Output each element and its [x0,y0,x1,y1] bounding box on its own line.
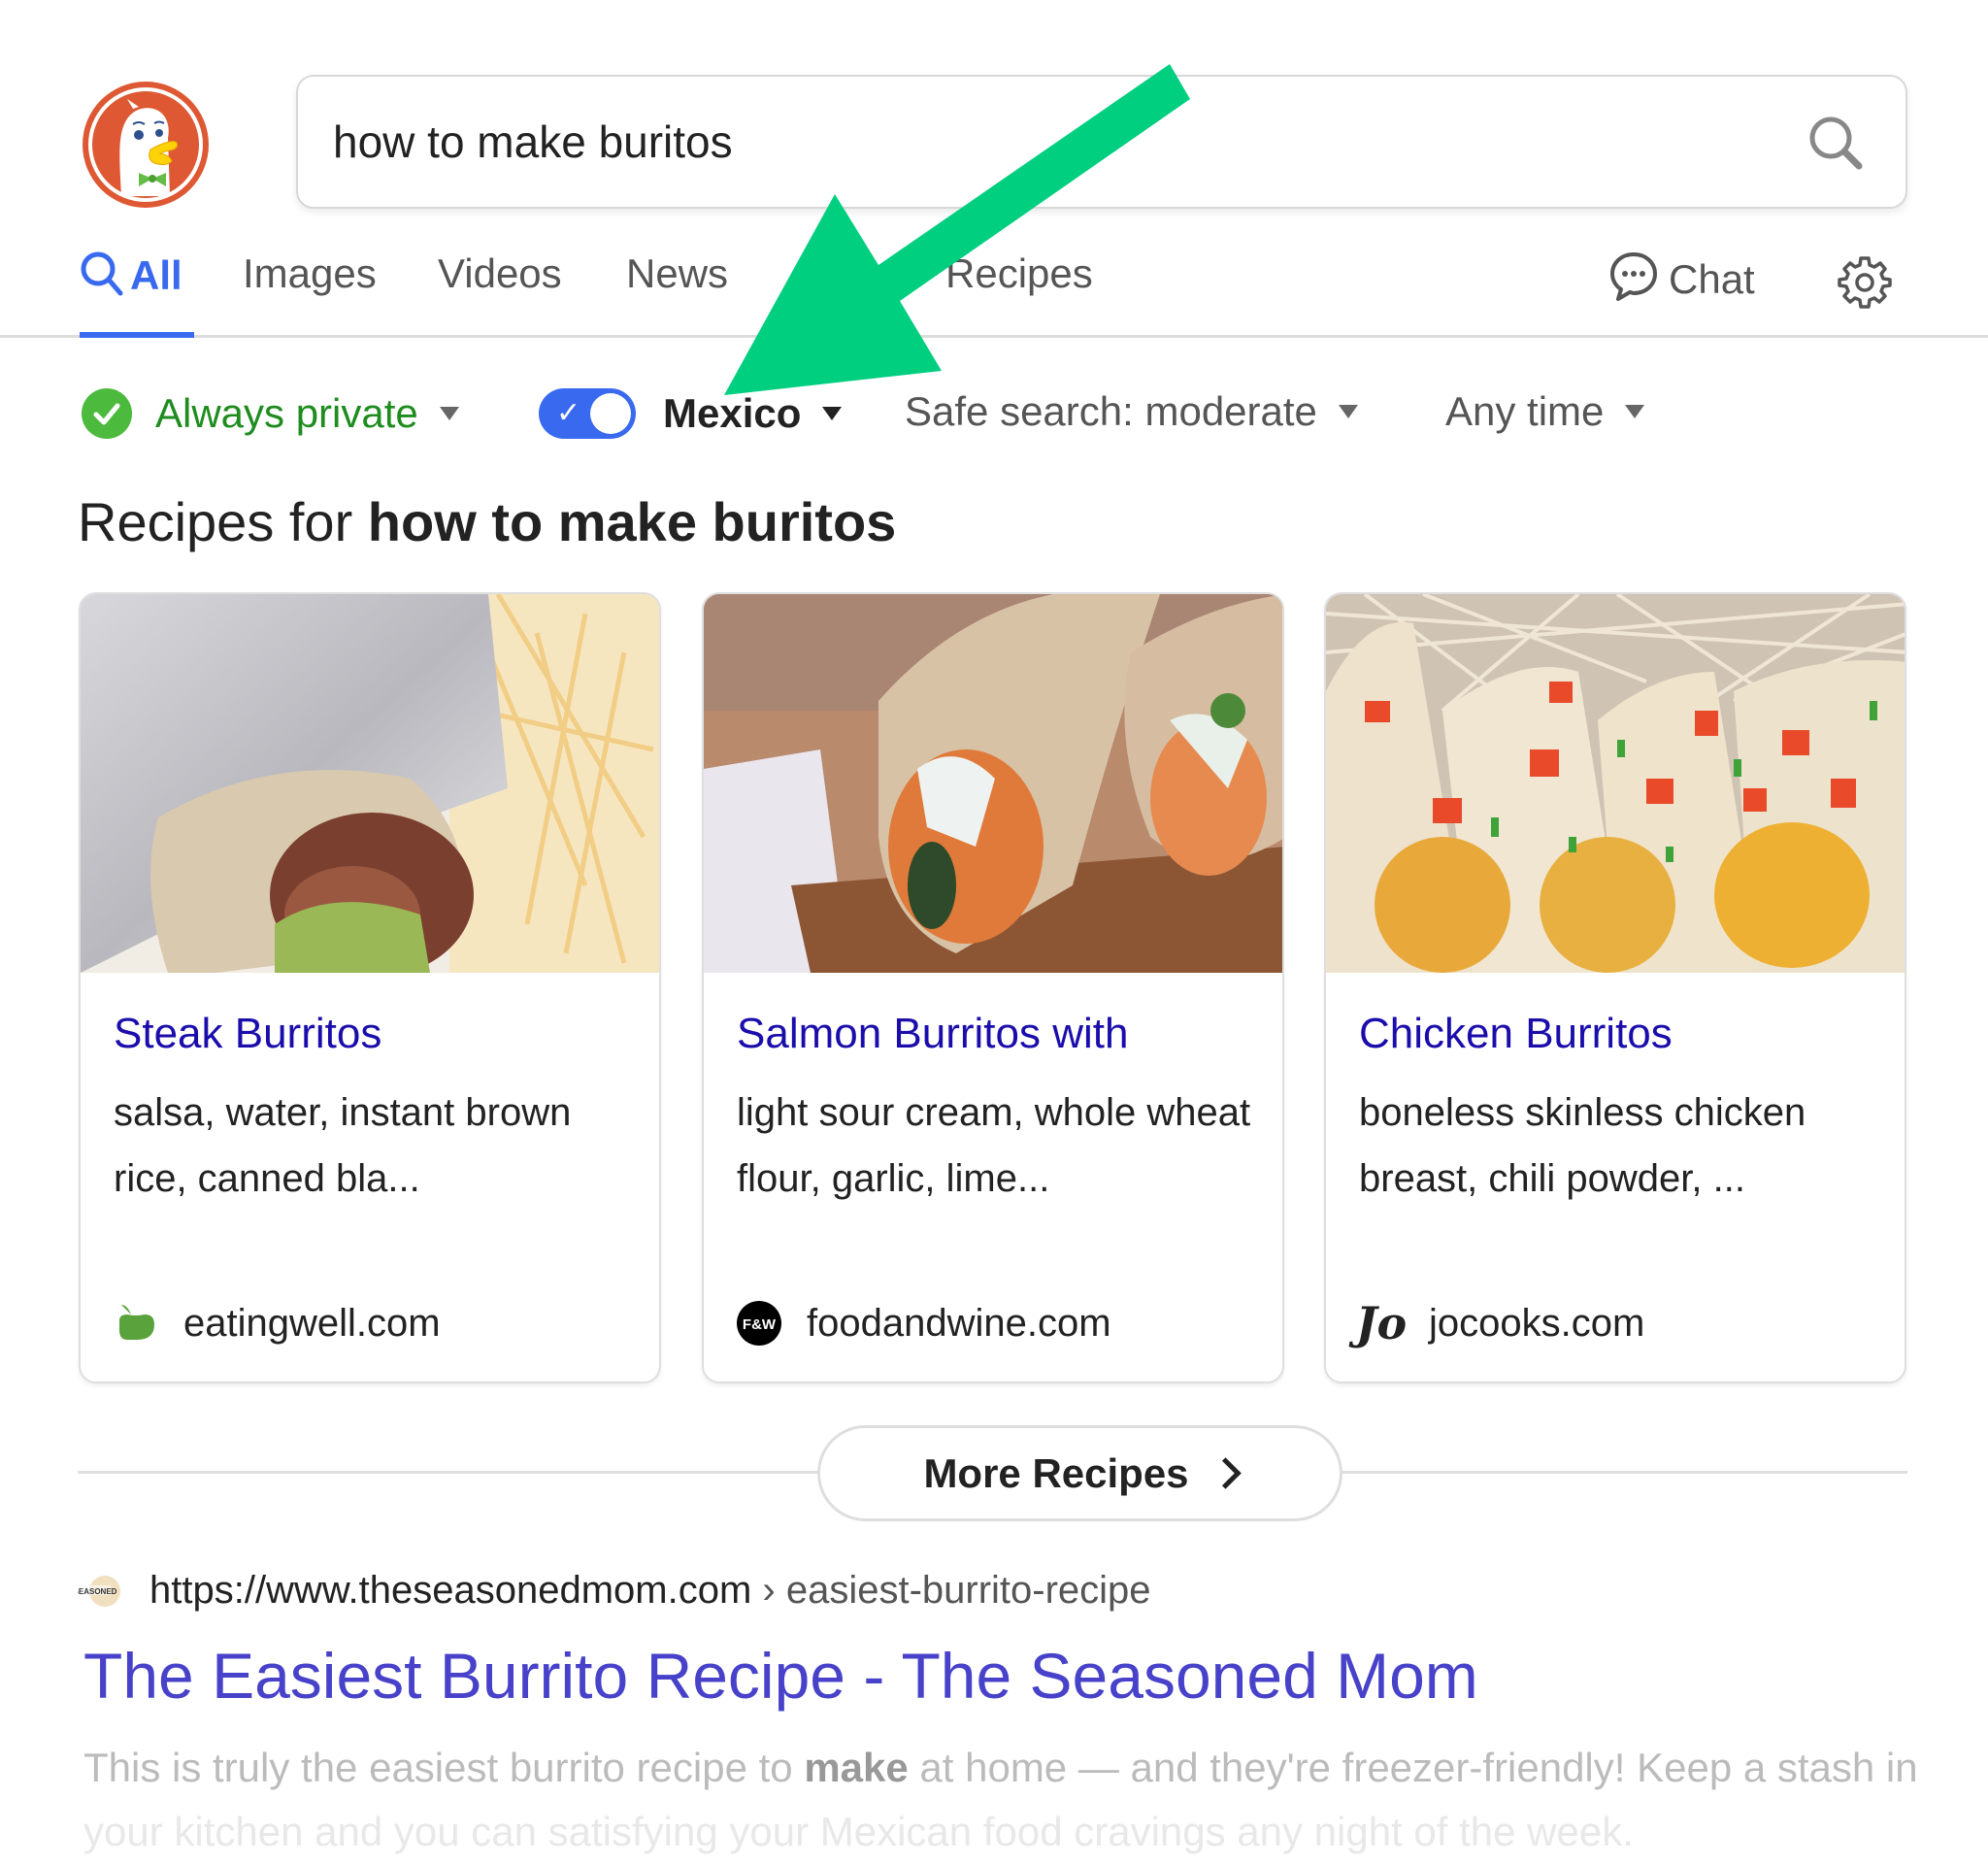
snippet-text: at home — and they're freezer-friendly! … [908,1745,1918,1790]
source-domain: jocooks.com [1429,1301,1645,1345]
chevron-right-icon [1209,1457,1242,1489]
theseasonedmom-icon: SEASONED [78,1576,120,1607]
salmon-burrito-photo [704,594,1282,973]
tab-all[interactable]: All [80,250,182,299]
result-url-path: easiest-burrito-recipe [785,1568,1151,1612]
tab-videos[interactable]: Videos [438,250,562,297]
snippet-highlight: make [804,1745,909,1790]
check-icon: ✓ [556,397,581,429]
chat-button[interactable]: Chat [1608,250,1755,303]
recipe-ingredients: light sour cream, whole wheat flour, gar… [737,1091,1251,1200]
recipe-source: eatingwell.com [114,1301,441,1346]
source-domain: eatingwell.com [183,1301,441,1345]
recipe-source: Jo jocooks.com [1355,1297,1645,1349]
search-icon [1809,116,1863,170]
region-dropdown[interactable]: Mexico [663,390,801,437]
tab-all-label: All [130,252,182,298]
result-url-separator: › [751,1568,786,1612]
recipe-title[interactable]: Salmon Burritos with [737,1010,1128,1058]
caret-down-icon [1625,405,1645,418]
recipe-card[interactable]: Salmon Burritos with light sour cream, w… [702,592,1284,1383]
result-url-host: https://www.theseasonedmom.com [149,1568,752,1612]
privacy-dropdown[interactable]: Always private [82,388,459,439]
duck-icon [119,99,179,196]
toggle-knob [590,393,631,434]
eatingwell-apple-icon [114,1301,158,1346]
region-filter: ✓ Mexico [539,388,843,439]
search-icon [81,251,123,296]
steak-burrito-photo [81,594,659,973]
recipe-ingredients: boneless skinless chicken breast, chili … [1359,1091,1806,1200]
tabs-divider [0,335,1988,338]
active-tab-indicator [80,332,194,338]
foodandwine-fw-icon: F&W [737,1301,781,1346]
source-domain: foodandwine.com [807,1301,1111,1345]
recipes-heading: Recipes for how to make buritos [78,490,896,553]
time-dropdown[interactable]: Any time [1445,388,1645,435]
gear-icon [1838,256,1892,309]
search-submit-button[interactable] [1805,112,1867,174]
result-title-link[interactable]: The Easiest Burrito Recipe - The Seasone… [83,1639,1478,1713]
recipes-heading-query: how to make buritos [367,491,897,552]
recipe-card[interactable]: Steak Burritos salsa, water, instant bro… [79,592,661,1383]
recipe-ingredients: salsa, water, instant brown rice, canned… [114,1091,572,1200]
recipes-heading-prefix: Recipes for [78,491,353,552]
duckduckgo-logo[interactable] [83,82,209,208]
chat-label: Chat [1669,256,1755,302]
caret-down-icon [822,407,843,420]
search-box [296,75,1907,209]
tab-images[interactable]: Images [243,250,377,297]
snippet-text: This is truly the easiest burrito recipe… [83,1745,805,1790]
recipe-title[interactable]: Steak Burritos [114,1010,381,1058]
more-recipes-label: More Recipes [923,1449,1189,1496]
chicken-burrito-photo [1326,594,1905,973]
svg-text:SEASONED: SEASONED [78,1587,117,1596]
snippet-line-2: your kitchen and you can satisfying your… [83,1809,1634,1854]
check-shield-icon [82,388,132,439]
caret-down-icon [1338,405,1358,418]
recipe-source: F&W foodandwine.com [737,1301,1111,1346]
result-url[interactable]: SEASONED https://www.theseasonedmom.com … [78,1568,1151,1613]
safe-search-dropdown[interactable]: Safe search: moderate [905,388,1358,435]
settings-button[interactable] [1838,254,1892,314]
tab-news[interactable]: News [626,250,728,297]
search-input[interactable] [333,108,1692,176]
caret-down-icon [439,407,459,420]
chat-bubble-icon [1610,252,1657,301]
privacy-label: Always private [155,390,418,436]
jocooks-jo-icon: Jo [1355,1297,1408,1349]
region-toggle[interactable]: ✓ [539,388,636,439]
svg-text:F&W: F&W [743,1316,777,1333]
result-snippet: This is truly the easiest burrito recipe… [83,1736,1988,1864]
more-recipes-button[interactable]: More Recipes [817,1425,1342,1521]
snippet-line-1: This is truly the easiest burrito recipe… [83,1736,1988,1800]
recipe-title[interactable]: Chicken Burritos [1359,1010,1673,1058]
time-label: Any time [1445,388,1605,434]
safe-search-label: Safe search: moderate [905,388,1317,434]
tab-recipes[interactable]: Recipes [945,250,1093,297]
recipe-card[interactable]: Chicken Burritos boneless skinless chick… [1324,592,1906,1383]
